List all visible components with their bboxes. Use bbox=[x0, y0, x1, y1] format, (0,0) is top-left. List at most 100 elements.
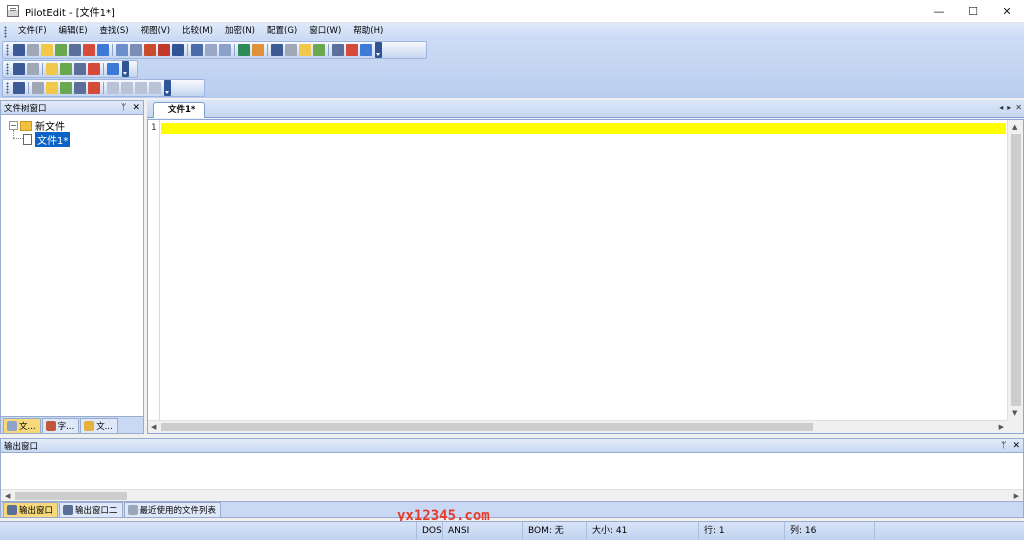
download-icon[interactable] bbox=[88, 63, 100, 75]
bookmark-icon[interactable] bbox=[271, 44, 283, 56]
redo-icon[interactable] bbox=[130, 44, 142, 56]
server-icon[interactable] bbox=[60, 63, 72, 75]
menu-view[interactable]: 视图(V) bbox=[135, 23, 176, 40]
minimize-button[interactable]: — bbox=[922, 0, 956, 23]
toolbar-options-icon[interactable] bbox=[122, 61, 129, 77]
replace-icon[interactable] bbox=[205, 44, 217, 56]
disabled-icon[interactable] bbox=[149, 82, 161, 94]
tab-file-tree[interactable]: 文... bbox=[3, 418, 41, 433]
toolbar-separator bbox=[112, 44, 113, 56]
tab-favorites[interactable]: 文... bbox=[80, 418, 118, 433]
up-icon[interactable] bbox=[74, 82, 86, 94]
tab-prev-icon[interactable]: ◂ bbox=[999, 103, 1003, 112]
menu-compare[interactable]: 比较(M) bbox=[176, 23, 219, 40]
close-file-icon[interactable] bbox=[83, 44, 95, 56]
copy-icon[interactable] bbox=[158, 44, 170, 56]
menu-config[interactable]: 配置(G) bbox=[261, 23, 303, 40]
vertical-scroll-thumb[interactable] bbox=[1011, 134, 1021, 406]
output-panel: 输出窗口 ᛘ ✕ ◀ ▶ 输出窗口 输出窗口二 最近使用的文件列表 bbox=[0, 438, 1024, 518]
delete-icon[interactable] bbox=[97, 44, 109, 56]
help-icon[interactable] bbox=[360, 44, 372, 56]
project-icon[interactable] bbox=[13, 63, 25, 75]
maximize-button[interactable]: ☐ bbox=[956, 0, 990, 23]
file-tree-title: 文件树窗口 bbox=[4, 103, 47, 114]
tab-recent-files[interactable]: 最近使用的文件列表 bbox=[123, 502, 222, 517]
format-icon[interactable] bbox=[32, 82, 44, 94]
open-project-icon[interactable] bbox=[27, 63, 39, 75]
terminal-icon[interactable] bbox=[74, 63, 86, 75]
menu-help[interactable]: 帮助(H) bbox=[347, 23, 389, 40]
settings-icon[interactable] bbox=[332, 44, 344, 56]
goto-icon[interactable] bbox=[219, 44, 231, 56]
compare-left-icon[interactable] bbox=[299, 44, 311, 56]
toolbar-separator bbox=[187, 44, 188, 56]
web-icon[interactable] bbox=[46, 82, 58, 94]
output-scroll-left-icon[interactable]: ◀ bbox=[5, 491, 10, 501]
save-all-icon[interactable] bbox=[55, 44, 67, 56]
tab-chars[interactable]: 字... bbox=[41, 418, 80, 433]
menu-window[interactable]: 窗口(W) bbox=[303, 23, 347, 40]
close-button[interactable]: ✕ bbox=[990, 0, 1024, 23]
wrap-icon[interactable] bbox=[88, 82, 100, 94]
menu-encrypt[interactable]: 加密(N) bbox=[219, 23, 261, 40]
cut-icon[interactable] bbox=[144, 44, 156, 56]
close-icon[interactable]: ✕ bbox=[132, 103, 140, 113]
open-icon[interactable] bbox=[27, 44, 39, 56]
scroll-up-icon[interactable]: ▲ bbox=[1012, 122, 1017, 132]
sort-icon[interactable] bbox=[60, 82, 72, 94]
column-icon[interactable] bbox=[13, 82, 25, 94]
menu-bar: 文件(F) 编辑(E) 查找(S) 视图(V) 比较(M) 加密(N) 配置(G… bbox=[0, 23, 1024, 40]
lock-icon[interactable] bbox=[107, 63, 119, 75]
find-icon[interactable] bbox=[191, 44, 203, 56]
tab-output-1[interactable]: 输出窗口 bbox=[3, 502, 59, 517]
disabled-icon[interactable] bbox=[135, 82, 147, 94]
output-scroll-thumb[interactable] bbox=[15, 492, 127, 500]
compare-icon[interactable] bbox=[285, 44, 297, 56]
menu-edit[interactable]: 编辑(E) bbox=[53, 23, 94, 40]
tree-item-file[interactable]: 文件1* bbox=[23, 132, 71, 147]
disabled-icon[interactable] bbox=[121, 82, 133, 94]
tab-close-icon[interactable]: ✕ bbox=[1015, 103, 1022, 112]
horizontal-scroll-thumb[interactable] bbox=[161, 423, 813, 431]
tab-output-2[interactable]: 输出窗口二 bbox=[59, 502, 123, 517]
tab-recent-files-label: 最近使用的文件列表 bbox=[139, 506, 217, 516]
menu-grip-icon[interactable] bbox=[4, 25, 7, 38]
indent-icon[interactable] bbox=[238, 44, 250, 56]
toolbar-options-icon[interactable] bbox=[164, 80, 171, 96]
output-pin-icon[interactable]: ᛘ bbox=[1001, 441, 1006, 451]
tab-chars-label: 字... bbox=[57, 422, 75, 432]
toolbar-grip-icon[interactable] bbox=[6, 63, 9, 75]
scroll-down-icon[interactable]: ▼ bbox=[1012, 408, 1017, 418]
scroll-right-icon[interactable]: ▶ bbox=[999, 422, 1004, 432]
undo-icon[interactable] bbox=[116, 44, 128, 56]
chart-icon bbox=[45, 421, 56, 431]
pin-icon[interactable]: ᛘ bbox=[121, 103, 126, 113]
document-tabstrip: 文件1* ◂ ▸ ✕ bbox=[147, 100, 1024, 118]
menu-file[interactable]: 文件(F) bbox=[12, 23, 53, 40]
scroll-left-icon[interactable]: ◀ bbox=[151, 422, 156, 432]
text-editor[interactable]: 1 ▲ ▼ ◀ ▶ bbox=[147, 119, 1024, 434]
compare-right-icon[interactable] bbox=[313, 44, 325, 56]
toolbar-grip-icon[interactable] bbox=[6, 82, 9, 94]
output-close-icon[interactable]: ✕ bbox=[1012, 441, 1020, 451]
new-file-icon[interactable] bbox=[13, 44, 25, 56]
output-scroll-right-icon[interactable]: ▶ bbox=[1014, 491, 1019, 501]
toolbar-grip-icon[interactable] bbox=[6, 44, 9, 56]
status-col: 列: 16 bbox=[784, 522, 874, 540]
output-content[interactable] bbox=[1, 454, 1023, 484]
save-icon[interactable] bbox=[41, 44, 53, 56]
disabled-icon[interactable] bbox=[107, 82, 119, 94]
print-icon[interactable] bbox=[69, 44, 81, 56]
menu-search[interactable]: 查找(S) bbox=[94, 23, 135, 40]
document-tab[interactable]: 文件1* bbox=[153, 102, 206, 118]
outdent-icon[interactable] bbox=[252, 44, 264, 56]
vertical-scrollbar[interactable]: ▲ ▼ bbox=[1007, 120, 1023, 420]
horizontal-scrollbar[interactable]: ◀ ▶ bbox=[148, 420, 1007, 433]
paste-icon[interactable] bbox=[172, 44, 184, 56]
tab-next-icon[interactable]: ▸ bbox=[1007, 103, 1011, 112]
tree-item-root[interactable]: − 新文件 bbox=[9, 118, 65, 133]
collapse-icon[interactable]: − bbox=[9, 121, 18, 130]
ftp-icon[interactable] bbox=[46, 63, 58, 75]
zoom-icon[interactable] bbox=[346, 44, 358, 56]
toolbar-options-icon[interactable] bbox=[375, 42, 382, 58]
